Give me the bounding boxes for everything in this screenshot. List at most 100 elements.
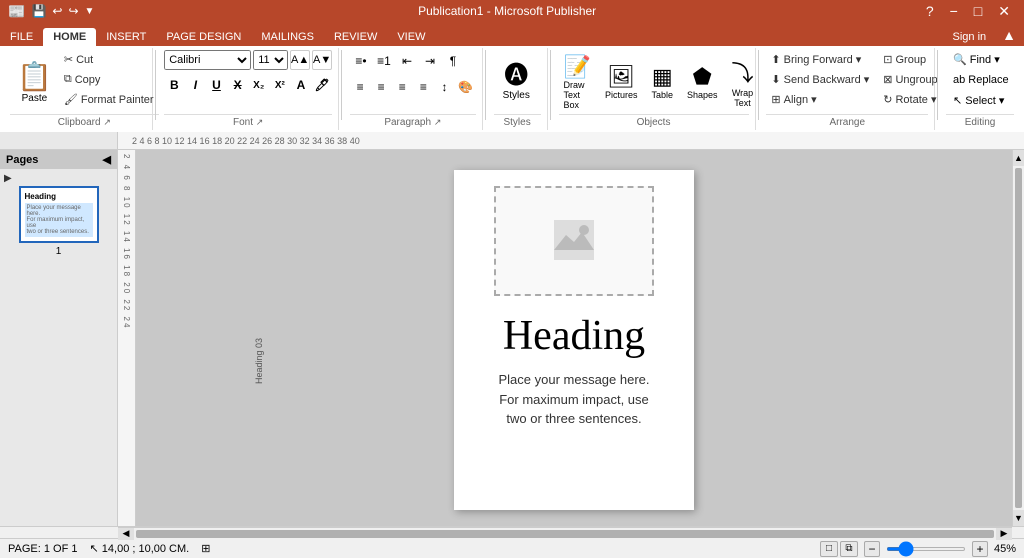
align-btn[interactable]: ⊞ Align ▾	[766, 90, 874, 109]
zoom-in-btn[interactable]: +	[972, 541, 988, 557]
underline-btn[interactable]: U	[206, 74, 226, 96]
scroll-down-btn[interactable]: ▼	[1013, 510, 1024, 526]
decrease-indent-btn[interactable]: ⇤	[396, 50, 418, 72]
single-page-view-btn[interactable]: □	[820, 541, 838, 557]
tab-page-design[interactable]: PAGE DESIGN	[156, 28, 251, 46]
clipboard-expand-icon[interactable]: ↗	[103, 117, 111, 127]
scroll-thumb-h[interactable]	[136, 530, 994, 538]
draw-text-box-btn[interactable]: 📝 DrawText Box	[559, 51, 596, 113]
wrap-text-btn[interactable]: ⤵ WrapText	[727, 53, 759, 111]
separator-4	[550, 50, 551, 120]
help-btn[interactable]: ?	[920, 3, 940, 20]
italic-btn[interactable]: I	[185, 74, 205, 96]
show-hide-btn[interactable]: ¶	[442, 50, 464, 72]
find-btn[interactable]: 🔍 Find ▾	[946, 50, 1014, 69]
zoom-slider[interactable]	[886, 547, 966, 551]
ribbon-collapse-btn[interactable]: ▲	[994, 24, 1024, 46]
align-left-btn[interactable]: ≡	[350, 76, 370, 98]
paragraph-expand-icon[interactable]: ↗	[434, 117, 442, 127]
strikethrough-btn[interactable]: X	[228, 74, 248, 96]
restore-btn[interactable]: □	[968, 3, 988, 20]
replace-btn[interactable]: ab Replace	[946, 71, 1014, 89]
shading-btn[interactable]: 🎨	[456, 76, 476, 98]
separator-1	[155, 50, 156, 120]
text-highlight-btn[interactable]: 🖊	[312, 74, 332, 96]
font-color-btn[interactable]: A	[291, 74, 311, 96]
minimize-btn[interactable]: −	[944, 3, 964, 20]
styles-button[interactable]: 🅐 Styles	[494, 50, 539, 106]
increase-indent-btn[interactable]: ⇥	[419, 50, 441, 72]
cursor-position: ↖ 14,00 ; 10,00 CM.	[90, 542, 190, 555]
paste-button[interactable]: 📋 Paste	[10, 50, 59, 114]
page-arrow: ▶	[4, 173, 113, 184]
ruler-horizontal: 2 4 6 8 10 12 14 16 18 20 22 24 26 28 30…	[118, 132, 1024, 149]
font-size-select[interactable]: 11	[253, 50, 288, 70]
rotate-btn[interactable]: ↻ Rotate ▾	[878, 90, 942, 109]
tab-mailings[interactable]: MAILINGS	[251, 28, 324, 46]
canvas-body-line2: For maximum impact, use	[499, 392, 649, 407]
thumb-heading: Heading	[25, 192, 93, 201]
justify-btn[interactable]: ≡	[413, 76, 433, 98]
redo-btn[interactable]: ↪	[68, 4, 78, 18]
cut-button[interactable]: ✂ Cut	[59, 50, 159, 69]
ribbon-content: 📋 Paste ✂ Cut ⧉ Copy 🖌 Format Painter	[0, 46, 1024, 132]
format-painter-button[interactable]: 🖌 Format Painter	[59, 90, 159, 109]
font-size-increase-btn[interactable]: A▲	[290, 50, 310, 70]
layout-icon: ⊞	[201, 542, 210, 555]
separator-5	[758, 50, 759, 120]
horizontal-scrollbar[interactable]: ◀ ▶	[118, 527, 1012, 539]
sign-in-btn[interactable]: Sign in	[945, 28, 995, 46]
line-spacing-btn[interactable]: ↕	[434, 76, 454, 98]
status-bar: PAGE: 1 OF 1 ↖ 14,00 ; 10,00 CM. ⊞ □ ⧉ −…	[0, 538, 1024, 558]
undo-btn[interactable]: ↩	[52, 4, 62, 18]
bullets-btn[interactable]: ≡•	[350, 50, 372, 72]
tab-review[interactable]: REVIEW	[324, 28, 387, 46]
page-indicator: PAGE: 1 OF 1	[8, 543, 78, 555]
group-btn[interactable]: ⊡ Group	[878, 50, 942, 69]
view-buttons: □ ⧉	[820, 541, 858, 557]
styles-icon: 🅐	[504, 55, 528, 90]
copy-button[interactable]: ⧉ Copy	[59, 70, 159, 89]
font-family-select[interactable]: Calibri	[164, 50, 251, 70]
scroll-up-btn[interactable]: ▲	[1013, 150, 1024, 166]
scroll-right-btn[interactable]: ▶	[996, 528, 1012, 540]
pictures-btn[interactable]: 🖼 Pictures	[600, 61, 643, 103]
scroll-left-btn[interactable]: ◀	[118, 528, 134, 540]
quick-access-more[interactable]: ▼	[85, 6, 95, 17]
tab-insert[interactable]: INSERT	[96, 28, 156, 46]
tab-file[interactable]: FILE	[0, 28, 43, 46]
tab-home[interactable]: HOME	[43, 28, 96, 46]
font-expand-icon[interactable]: ↗	[256, 117, 264, 127]
align-center-btn[interactable]: ≡	[371, 76, 391, 98]
table-btn[interactable]: ▦ Table	[646, 61, 678, 103]
ungroup-btn[interactable]: ⊠ Ungroup	[878, 70, 942, 89]
send-backward-btn[interactable]: ⬇ Send Backward ▾	[766, 70, 874, 89]
pages-collapse-btn[interactable]: ◀	[103, 153, 111, 166]
cut-icon: ✂	[64, 53, 73, 66]
superscript-btn[interactable]: X²	[270, 74, 290, 96]
format-painter-icon: 🖌	[64, 93, 78, 106]
scroll-thumb-v[interactable]	[1015, 168, 1022, 508]
draw-textbox-icon: 📝	[564, 54, 591, 80]
hscroll-spacer	[0, 527, 118, 538]
shapes-btn[interactable]: ⬟ Shapes	[682, 61, 723, 103]
tab-view[interactable]: VIEW	[387, 28, 435, 46]
vertical-scrollbar[interactable]: ▲ ▼	[1012, 150, 1024, 526]
close-btn[interactable]: ✕	[992, 3, 1016, 20]
canvas-heading: Heading	[503, 312, 645, 360]
subscript-btn[interactable]: X₂	[249, 74, 269, 96]
canvas-body-line1: Place your message here.	[498, 372, 649, 387]
image-placeholder[interactable]	[494, 186, 654, 296]
font-size-decrease-btn[interactable]: A▼	[312, 50, 332, 70]
bold-btn[interactable]: B	[164, 74, 184, 96]
select-icon: ↖	[953, 94, 962, 107]
align-right-btn[interactable]: ≡	[392, 76, 412, 98]
quick-access-save[interactable]: 💾	[31, 4, 46, 18]
numbering-btn[interactable]: ≡1	[373, 50, 395, 72]
bring-forward-btn[interactable]: ⬆ Bring Forward ▾	[766, 50, 874, 69]
page-1-thumbnail[interactable]: Heading Place your message here. For max…	[19, 186, 99, 243]
select-btn[interactable]: ↖ Select ▾	[946, 91, 1014, 110]
two-page-view-btn[interactable]: ⧉	[840, 541, 858, 557]
pictures-icon: 🖼	[607, 64, 635, 90]
zoom-out-btn[interactable]: −	[864, 541, 880, 557]
